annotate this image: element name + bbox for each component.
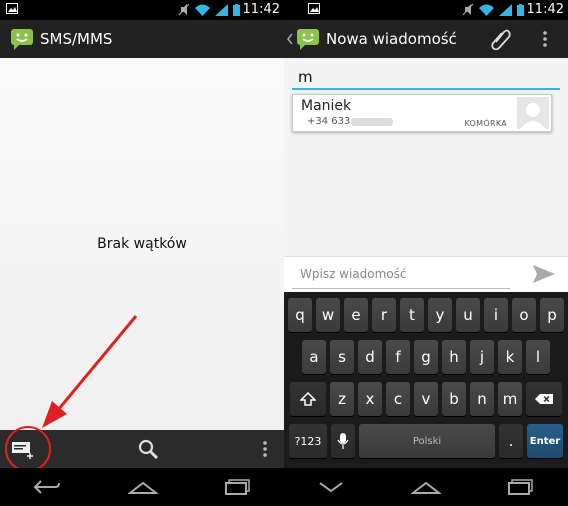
status-time: 11:42 — [526, 2, 564, 17]
key-n[interactable]: n — [470, 382, 494, 416]
shift-icon — [300, 392, 316, 406]
key-k[interactable]: k — [498, 340, 522, 374]
red-arrow-annotation — [42, 315, 138, 428]
mute-icon — [462, 3, 474, 16]
status-time: 11:42 — [242, 2, 280, 17]
key-z[interactable]: z — [330, 382, 354, 416]
key-w[interactable]: w — [316, 298, 340, 332]
status-bar: 11:42 — [0, 0, 284, 20]
action-bar: Nowa wiadomość — [284, 20, 568, 58]
red-circle-annotation — [5, 426, 51, 472]
key-x[interactable]: x — [358, 382, 382, 416]
message-input[interactable]: Wpisz wiadomość — [292, 261, 510, 289]
key-b[interactable]: b — [442, 382, 466, 416]
key-t[interactable]: t — [400, 298, 424, 332]
battery-icon — [233, 3, 240, 16]
keyboard-row-3: z x c v b n m — [284, 382, 568, 418]
sms-app-icon[interactable] — [10, 28, 34, 50]
key-q[interactable]: q — [288, 298, 312, 332]
home-icon[interactable] — [410, 480, 441, 494]
screenshot: 11:42 SMS/MMS Brak wątków 11:42 Nowa wia… — [0, 0, 568, 506]
voice-input-key[interactable] — [331, 424, 355, 458]
app-title: SMS/MMS — [40, 30, 113, 48]
key-v[interactable]: v — [414, 382, 438, 416]
backspace-icon — [535, 394, 553, 404]
person-icon — [520, 103, 546, 129]
key-l[interactable]: l — [526, 340, 550, 374]
compose-bar: Wpisz wiadomość — [284, 256, 568, 292]
recent-apps-icon[interactable] — [224, 479, 251, 495]
symbols-key[interactable]: ?123 — [289, 424, 327, 458]
image-notification-icon — [6, 3, 18, 14]
recipient-value: m — [298, 68, 313, 86]
enter-key[interactable]: Enter — [527, 424, 563, 458]
keyboard-row-1: q w e r t y u i o p — [284, 298, 568, 334]
up-chevron-icon[interactable] — [286, 32, 294, 46]
system-icons — [462, 3, 524, 16]
key-d[interactable]: d — [358, 340, 382, 374]
navigation-bar — [284, 468, 568, 506]
space-key[interactable]: Polski — [359, 424, 495, 458]
soft-keyboard: q w e r t y u i o p a s d f g h j k l z … — [284, 292, 568, 468]
battery-icon — [517, 3, 524, 16]
image-notification-icon — [308, 3, 320, 14]
search-icon[interactable] — [138, 439, 158, 459]
right-phone-screen: 11:42 Nowa wiadomość m Maniek +34 633 KO… — [284, 0, 568, 506]
wifi-icon — [195, 4, 210, 16]
redacted-number — [351, 118, 393, 126]
key-y[interactable]: y — [428, 298, 452, 332]
key-m[interactable]: m — [498, 382, 522, 416]
system-icons — [178, 3, 240, 16]
hide-keyboard-icon[interactable] — [318, 481, 344, 493]
key-s[interactable]: s — [330, 340, 354, 374]
contact-number-type: KOMÓRKA — [464, 119, 507, 128]
left-phone-screen: 11:42 SMS/MMS Brak wątków — [0, 0, 284, 506]
key-f[interactable]: f — [386, 340, 410, 374]
contact-suggestion[interactable]: Maniek +34 633 KOMÓRKA — [292, 94, 552, 132]
screen-title: Nowa wiadomość — [326, 30, 457, 48]
conversation-list: Brak wątków — [0, 58, 284, 430]
message-placeholder: Wpisz wiadomość — [300, 267, 407, 281]
key-u[interactable]: u — [456, 298, 480, 332]
key-e[interactable]: e — [344, 298, 368, 332]
status-bar: 11:42 — [284, 0, 568, 20]
keyboard-row-2: a s d f g h j k l — [284, 340, 568, 376]
signal-icon — [499, 3, 512, 16]
home-icon[interactable] — [127, 480, 158, 494]
key-h[interactable]: h — [442, 340, 466, 374]
contact-avatar — [517, 97, 549, 129]
key-r[interactable]: r — [372, 298, 396, 332]
attach-icon[interactable] — [490, 28, 512, 50]
wifi-icon — [479, 4, 494, 16]
contact-name: Maniek — [301, 98, 352, 114]
send-icon[interactable] — [532, 263, 556, 285]
key-j[interactable]: j — [470, 340, 494, 374]
back-icon[interactable] — [33, 479, 61, 495]
notification-icons — [6, 3, 18, 14]
period-key[interactable]: . — [499, 424, 523, 458]
overflow-menu-icon[interactable] — [262, 440, 268, 458]
overflow-menu-icon[interactable] — [542, 30, 548, 48]
navigation-bar — [0, 468, 284, 506]
shift-key[interactable] — [290, 382, 326, 416]
sms-app-icon[interactable] — [296, 28, 320, 50]
keyboard-row-4: ?123 Polski . Enter — [284, 424, 568, 460]
recipient-input[interactable]: m — [292, 64, 560, 90]
key-g[interactable]: g — [414, 340, 438, 374]
backspace-key[interactable] — [526, 382, 562, 416]
key-p[interactable]: p — [540, 298, 564, 332]
microphone-icon — [337, 433, 349, 449]
key-c[interactable]: c — [386, 382, 410, 416]
recent-apps-icon[interactable] — [508, 479, 534, 495]
key-i[interactable]: i — [484, 298, 508, 332]
contact-number: +34 633 — [307, 116, 351, 127]
action-bar: SMS/MMS — [0, 20, 284, 58]
notification-icons — [308, 3, 320, 14]
signal-icon — [215, 3, 228, 16]
mute-icon — [178, 3, 190, 16]
key-o[interactable]: o — [512, 298, 536, 332]
key-a[interactable]: a — [302, 340, 326, 374]
